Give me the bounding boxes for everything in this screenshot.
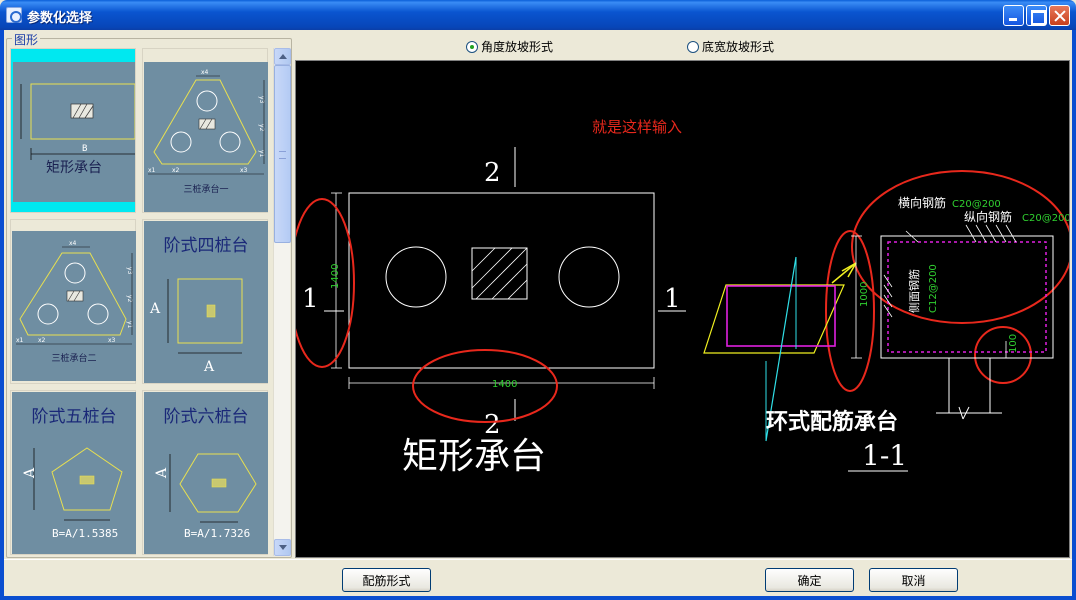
dim-section-height: 1000 <box>859 282 870 307</box>
rect-cap-dim-b: B <box>82 144 87 154</box>
pile-right <box>558 246 620 308</box>
cancel-button[interactable]: 取消 <box>869 568 958 592</box>
column-hatch <box>471 247 528 300</box>
rebar-longitudinal-label: 纵向钢筋 <box>964 209 1012 224</box>
dim-x4: x4 <box>69 240 77 247</box>
window-border-left <box>0 30 4 600</box>
preview-canvas: 就是这样输入 2 2 1 1 1400 1400 矩形承台 环式配筋承台 1-1… <box>295 60 1070 558</box>
dim-x4: x4 <box>201 69 209 76</box>
pile-left <box>385 246 447 308</box>
thumbnail-rect-cap[interactable]: B 矩形承台 <box>10 48 136 213</box>
window-title: 参数化选择 <box>27 11 93 26</box>
radio-dot-icon[interactable] <box>687 40 699 53</box>
dialog-button-bar: 配筋形式 确定 取消 <box>4 559 1072 596</box>
shape-group-label: 图形 <box>12 31 41 48</box>
dim-x1: x1 <box>16 337 24 344</box>
formula-note: B=A/1.7326 <box>184 527 250 540</box>
step-four-pile-drawing: A A <box>149 278 243 375</box>
rect-cap-drawing: B <box>20 83 135 160</box>
scroll-up-button[interactable] <box>274 48 291 65</box>
dim-section-bottom: 100 <box>1008 334 1019 353</box>
section-title: 环式配筋承台 <box>766 409 898 435</box>
scroll-thumb[interactable] <box>274 65 291 243</box>
radio-angle-label: 角度放坡形式 <box>481 40 554 54</box>
highlight-ellipse <box>851 170 1069 324</box>
ok-button[interactable]: 确定 <box>765 568 854 592</box>
window-border-right <box>1072 30 1076 600</box>
rebar-side-label: 侧面钢筋 <box>907 269 921 313</box>
thumbnail-label: 三桩承台一 <box>183 185 229 195</box>
thumbnail-step-five-pile[interactable]: 阶式五桩台 A B=A/1.5385 <box>10 390 136 555</box>
dim-a-bottom: A <box>203 359 215 375</box>
shape-thumbnail-list: B 矩形承台 x4 y3 y2 y1 x1 x2 x3 三桩承台一 x4 y3 … <box>10 48 272 556</box>
step-five-pile-drawing: A B=A/1.5385 <box>22 447 123 540</box>
app-icon <box>6 7 22 23</box>
dim-x3: x3 <box>240 167 248 174</box>
step-six-pile-drawing: A B=A/1.7326 <box>154 453 257 540</box>
minimize-button[interactable] <box>1003 5 1024 26</box>
highlight-ellipse <box>974 326 1032 384</box>
dim-a-left: A <box>154 467 170 479</box>
scroll-down-button[interactable] <box>274 539 291 556</box>
radio-dot-checked-icon[interactable] <box>466 40 478 53</box>
dim-x3: x3 <box>108 337 116 344</box>
dim-x1: x1 <box>148 167 156 174</box>
dim-x2: x2 <box>172 167 180 174</box>
section-mark-left: 1 <box>302 284 319 314</box>
annotation-text: 就是这样输入 <box>592 118 682 136</box>
thumbnail-three-pile-1[interactable]: x4 y3 y2 y1 x1 x2 x3 三桩承台一 <box>142 48 268 213</box>
thumbnail-step-six-pile[interactable]: 阶式六桩台 A B=A/1.7326 <box>142 390 268 555</box>
section-mark-top: 2 <box>484 158 501 188</box>
formula-note: B=A/1.5385 <box>52 527 118 540</box>
dim-a-left: A <box>22 467 38 479</box>
rebar-side-spec: C12@200 <box>928 264 939 313</box>
rebar-horizontal-spec: C20@200 <box>952 199 1001 210</box>
rebar-horizontal-label: 横向钢筋 <box>898 195 946 210</box>
section-mark-right: 1 <box>664 284 681 314</box>
radio-width-slope[interactable]: 底宽放坡形式 <box>687 38 774 55</box>
radio-width-label: 底宽放坡形式 <box>702 40 775 54</box>
plan-outline <box>348 192 655 369</box>
thumbnail-label: 三桩承台二 <box>51 354 97 364</box>
dim-plan-height: 1400 <box>330 264 341 289</box>
thumbnail-three-pile-2[interactable]: x4 y3 y2 y1 x1 x2 x3 三桩承台二 <box>10 219 136 384</box>
thumbnail-label: 矩形承台 <box>46 160 102 176</box>
dim-x2: x2 <box>38 337 46 344</box>
title-bar[interactable]: 参数化选择 <box>0 0 1076 30</box>
section-label: 1-1 <box>862 439 907 472</box>
highlight-ellipse <box>825 230 875 392</box>
maximize-button[interactable] <box>1026 5 1047 26</box>
window-border-bottom <box>0 596 1076 600</box>
plan-title: 矩形承台 <box>402 436 546 477</box>
cad-drawing: 就是这样输入 2 2 1 1 1400 1400 矩形承台 环式配筋承台 1-1… <box>296 118 1070 477</box>
dim-a-left: A <box>149 301 161 317</box>
thumbnail-scrollbar[interactable] <box>273 48 291 556</box>
dim-plan-width: 1400 <box>492 379 517 390</box>
rebar-form-button[interactable]: 配筋形式 <box>342 568 431 592</box>
highlight-ellipse <box>296 198 355 368</box>
slope-option-row: 角度放坡形式 底宽放坡形式 <box>296 34 1070 58</box>
radio-angle-slope[interactable]: 角度放坡形式 <box>466 38 553 55</box>
thumbnail-step-four-pile[interactable]: 阶式四桩台 A A <box>142 219 268 384</box>
close-button[interactable] <box>1049 5 1070 26</box>
rebar-longitudinal-spec: C20@200 <box>1022 213 1070 224</box>
